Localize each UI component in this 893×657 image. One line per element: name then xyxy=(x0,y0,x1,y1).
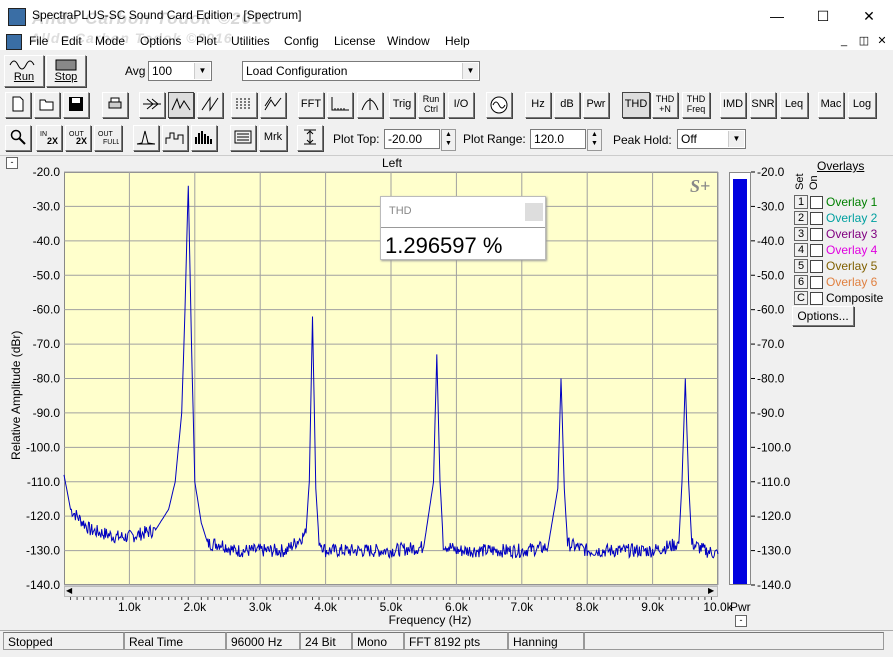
overlay-set-2-button[interactable]: 2 xyxy=(794,211,808,225)
meter-tick-label: -90.0 xyxy=(757,406,785,420)
on-label: On xyxy=(808,175,820,190)
thd-readout-title: THD xyxy=(389,205,412,217)
overlay-set-3-button[interactable]: 3 xyxy=(794,227,808,241)
scroll-left-icon[interactable]: ◀ xyxy=(66,586,72,595)
thd-readout-value: 1.296597 % xyxy=(385,233,503,258)
y-tick-label: -20.0 xyxy=(33,165,61,179)
y-tick-label: -80.0 xyxy=(33,372,61,386)
overlay-6-checkbox[interactable] xyxy=(810,276,823,289)
overlay-5-label: Overlay 5 xyxy=(826,259,878,273)
status-bit-depth: 24 Bit xyxy=(300,632,352,650)
overlay-set-4-button[interactable]: 4 xyxy=(794,243,808,257)
overlay-options-button[interactable]: Options... xyxy=(792,306,854,326)
overlay-set-1-button[interactable]: 1 xyxy=(794,195,808,209)
meter-tick-label: -80.0 xyxy=(757,372,785,386)
meter-tick-label: -70.0 xyxy=(757,337,785,351)
set-label: Set xyxy=(794,173,806,190)
status-state: Stopped xyxy=(3,632,124,650)
y-tick-label: -100.0 xyxy=(26,440,60,454)
overlays-title: Overlays xyxy=(817,159,865,173)
status-mode: Real Time xyxy=(124,632,226,650)
meter-tick-label: -20.0 xyxy=(757,165,785,179)
y-tick-label: -110.0 xyxy=(27,475,60,489)
x-tick-label: 8.0k xyxy=(576,600,600,614)
meter-tick-label: -30.0 xyxy=(757,199,785,213)
x-tick-label: 5.0k xyxy=(380,600,404,614)
meter-tick-label: -110.0 xyxy=(757,475,790,489)
y-tick-label: -140.0 xyxy=(26,578,60,592)
composite-set-button[interactable]: C xyxy=(794,291,808,305)
y-tick-label: -130.0 xyxy=(26,544,60,558)
overlay-set-6-button[interactable]: 6 xyxy=(794,275,808,289)
x-tick-label: 3.0k xyxy=(249,600,273,614)
y-tick-label: -40.0 xyxy=(33,234,61,248)
overlay-2-checkbox[interactable] xyxy=(810,212,823,225)
meter-tick-label: -130.0 xyxy=(757,544,791,558)
scroll-right-icon[interactable]: ▶ xyxy=(708,586,714,595)
y-axis-label-wrap: Relative Amplitude (dBr) xyxy=(9,250,25,470)
overlay-2-label: Overlay 2 xyxy=(826,211,878,225)
overlay-1-label: Overlay 1 xyxy=(826,195,878,209)
y-axis-label: Relative Amplitude (dBr) xyxy=(9,330,23,460)
power-label: Pwr xyxy=(730,600,751,614)
y-tick-label: -120.0 xyxy=(26,509,60,523)
status-fft-size: FFT 8192 pts xyxy=(404,632,508,650)
y-tick-label: -90.0 xyxy=(33,406,61,420)
x-tick-label: 1.0k xyxy=(118,600,142,614)
status-extra xyxy=(584,632,884,650)
logo: S+ xyxy=(690,176,711,196)
meter-collapse-button[interactable]: - xyxy=(735,615,747,627)
status-sample-rate: 96000 Hz xyxy=(226,632,300,650)
overlay-1-checkbox[interactable] xyxy=(810,196,823,209)
meter-tick-label: -60.0 xyxy=(757,303,785,317)
composite-checkbox[interactable] xyxy=(810,292,823,305)
x-tick-label: 9.0k xyxy=(641,600,665,614)
overlay-set-5-button[interactable]: 5 xyxy=(794,259,808,273)
overlay-6-label: Overlay 6 xyxy=(826,275,878,289)
meter-tick-label: -100.0 xyxy=(757,440,791,454)
y-tick-label: -70.0 xyxy=(33,337,61,351)
overlay-4-label: Overlay 4 xyxy=(826,243,878,257)
level-meter-fill xyxy=(733,178,747,584)
x-tick-label: 7.0k xyxy=(510,600,534,614)
thd-readout-window[interactable]: THD 1.296597 % xyxy=(380,196,546,260)
thd-close-button[interactable] xyxy=(525,203,543,221)
status-channels: Mono xyxy=(352,632,404,650)
meter-tick-label: -40.0 xyxy=(757,234,785,248)
status-window: Hanning xyxy=(508,632,584,650)
composite-label: Composite xyxy=(826,291,884,305)
x-tick-label: 4.0k xyxy=(314,600,338,614)
overlay-4-checkbox[interactable] xyxy=(810,244,823,257)
overlay-5-checkbox[interactable] xyxy=(810,260,823,273)
x-tick-label: 6.0k xyxy=(445,600,469,614)
x-axis-label: Frequency (Hz) xyxy=(388,613,472,627)
meter-tick-label: -120.0 xyxy=(757,509,791,523)
y-tick-label: -50.0 xyxy=(33,268,61,282)
plot-scrollbar[interactable] xyxy=(64,586,718,597)
overlay-3-label: Overlay 3 xyxy=(826,227,878,241)
thd-divider xyxy=(381,227,545,228)
meter-tick-label: -50.0 xyxy=(757,268,785,282)
y-tick-label: -30.0 xyxy=(33,199,61,213)
y-tick-label: -60.0 xyxy=(33,303,61,317)
x-tick-label: 2.0k xyxy=(183,600,207,614)
spectrum-chart: -20.0 -30.0 -40.0 -50.0 -60.0 -70.0 -80.0 -90.0… xyxy=(26,165,791,614)
overlay-3-checkbox[interactable] xyxy=(810,228,823,241)
meter-tick-label: -140.0 xyxy=(757,578,791,592)
